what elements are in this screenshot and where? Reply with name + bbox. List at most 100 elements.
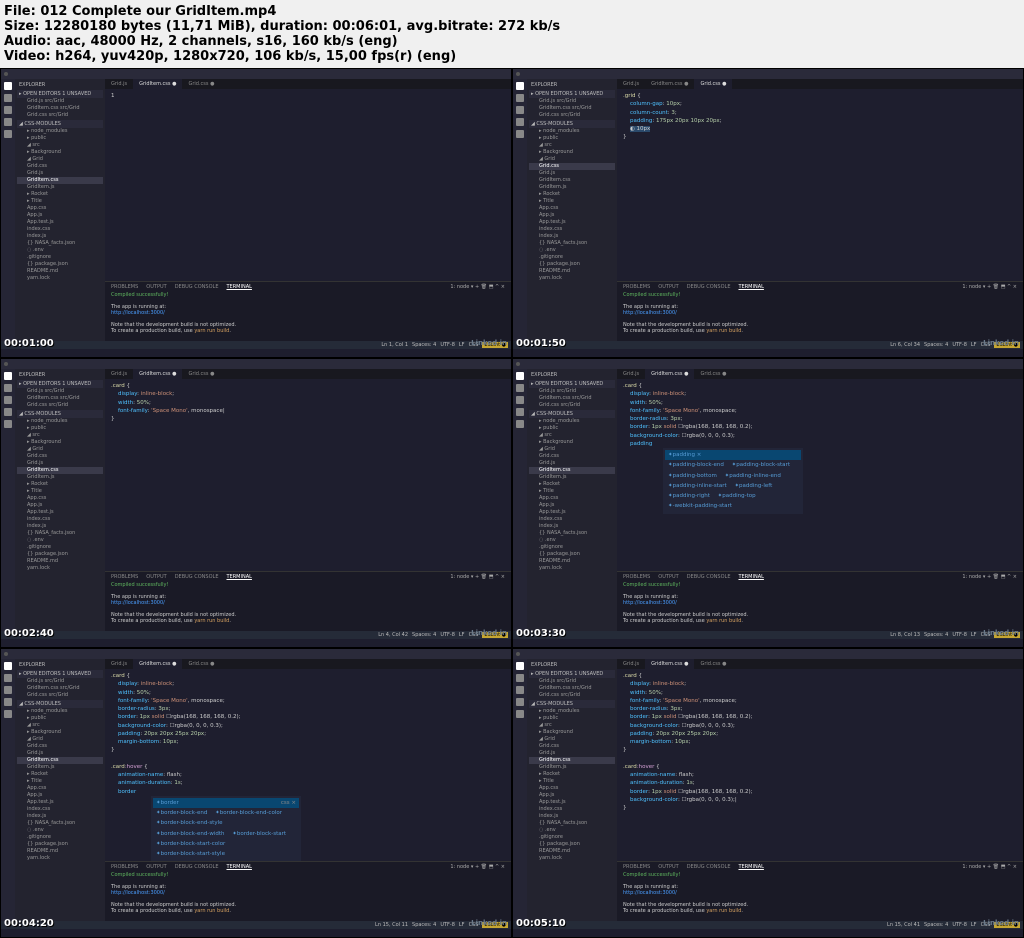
editor-tabs[interactable]: Grid.js GridItem.css ● Grid.css ● — [105, 659, 511, 669]
search-icon[interactable] — [4, 674, 12, 682]
titlebar — [1, 359, 511, 369]
thumbnail: EXPLORER ▸ OPEN EDITORS 1 UNSAVED Grid.j… — [512, 648, 1024, 938]
tab-griditem-css[interactable]: GridItem.css ● — [133, 659, 182, 669]
timestamp: 00:02:40 — [4, 628, 54, 639]
sidebar[interactable]: EXPLORER ▸ OPEN EDITORS 1 UNSAVED Grid.j… — [527, 659, 617, 921]
tab-griditem-css[interactable]: GridItem.css ● — [645, 659, 694, 669]
debug-icon[interactable] — [516, 408, 524, 416]
timestamp: 00:01:00 — [4, 338, 54, 349]
editor[interactable]: .card { display: inline-block; width: 50… — [617, 669, 1023, 861]
sidebar[interactable]: EXPLORER ▸ OPEN EDITORS 1 UNSAVED Grid.j… — [15, 79, 105, 341]
watermark: Linked in — [983, 339, 1019, 347]
editor-tabs[interactable]: Grid.js GridItem.css ● Grid.css ● — [105, 369, 511, 379]
thumbnail: EXPLORER ▸ OPEN EDITORS 1 UNSAVED Grid.j… — [512, 358, 1024, 648]
editor-tabs[interactable]: Grid.js GridItem.css ● Grid.css ● — [617, 659, 1023, 669]
timestamp: 00:05:10 — [516, 918, 566, 929]
ext-icon[interactable] — [516, 130, 524, 138]
files-icon[interactable] — [4, 82, 12, 90]
terminal-panel[interactable]: PROBLEMSOUTPUTDEBUG CONSOLETERMINAL1: no… — [105, 571, 511, 631]
git-icon[interactable] — [4, 396, 12, 404]
watermark: Linked in — [471, 629, 507, 637]
debug-icon[interactable] — [516, 118, 524, 126]
files-icon[interactable] — [516, 662, 524, 670]
editor[interactable]: .card { display: inline-block; width: 50… — [105, 379, 511, 571]
sidebar[interactable]: EXPLORER ▸ OPEN EDITORS 1 UNSAVED Grid.j… — [527, 79, 617, 341]
sidebar[interactable]: EXPLORER ▸ OPEN EDITORS 1 UNSAVED Grid.j… — [15, 659, 105, 921]
tab-griditem-css[interactable]: GridItem.css ● — [645, 79, 694, 89]
editor-tabs[interactable]: Grid.js GridItem.css ● Grid.css ● — [105, 79, 511, 89]
search-icon[interactable] — [516, 94, 524, 102]
titlebar — [1, 649, 511, 659]
ext-icon[interactable] — [4, 130, 12, 138]
debug-icon[interactable] — [4, 698, 12, 706]
git-icon[interactable] — [516, 686, 524, 694]
ext-icon[interactable] — [4, 420, 12, 428]
status-bar: Ln 15, Col 41Spaces: 4UTF-8LFCSSESLint ● — [513, 921, 1023, 929]
editor-tabs[interactable]: Grid.js GridItem.css ● Grid.css ● — [617, 79, 1023, 89]
watermark: Linked in — [983, 919, 1019, 927]
debug-icon[interactable] — [516, 698, 524, 706]
tab-grid-js[interactable]: Grid.js — [617, 659, 645, 669]
tab-grid-js[interactable]: Grid.js — [105, 659, 133, 669]
status-bar: Ln 1, Col 1Spaces: 4UTF-8LFCSSESLint ● — [1, 341, 511, 349]
activity-bar[interactable] — [513, 659, 527, 921]
sidebar[interactable]: EXPLORER ▸ OPEN EDITORS 1 UNSAVED Grid.j… — [15, 369, 105, 631]
watermark: Linked in — [471, 339, 507, 347]
ext-icon[interactable] — [516, 420, 524, 428]
tab-grid-css[interactable]: Grid.css ● — [182, 369, 220, 379]
debug-icon[interactable] — [4, 408, 12, 416]
search-icon[interactable] — [4, 384, 12, 392]
tab-grid-css[interactable]: Grid.css ● — [182, 79, 220, 89]
debug-icon[interactable] — [4, 118, 12, 126]
status-bar: Ln 4, Col 42Spaces: 4UTF-8LFCSSESLint ● — [1, 631, 511, 639]
git-icon[interactable] — [516, 396, 524, 404]
terminal-panel[interactable]: PROBLEMSOUTPUTDEBUG CONSOLETERMINAL1: no… — [617, 861, 1023, 921]
activity-bar[interactable] — [513, 79, 527, 341]
terminal-panel[interactable]: PROBLEMSOUTPUTDEBUG CONSOLETERMINAL1: no… — [617, 281, 1023, 341]
git-icon[interactable] — [516, 106, 524, 114]
tab-grid-js[interactable]: Grid.js — [105, 79, 133, 89]
search-icon[interactable] — [4, 94, 12, 102]
editor[interactable]: .grid { column-gap: 10px; column-count: … — [617, 89, 1023, 281]
activity-bar[interactable] — [513, 369, 527, 631]
titlebar — [513, 649, 1023, 659]
tab-grid-css[interactable]: Grid.css ● — [694, 659, 732, 669]
thumbnail-grid: EXPLORER ▸ OPEN EDITORS 1 UNSAVED Grid.j… — [0, 68, 1024, 938]
terminal-panel[interactable]: PROBLEMSOUTPUTDEBUG CONSOLETERMINAL1: no… — [105, 861, 511, 921]
titlebar — [1, 69, 511, 79]
tab-grid-js[interactable]: Grid.js — [617, 79, 645, 89]
tab-grid-css[interactable]: Grid.css ● — [694, 369, 732, 379]
editor[interactable]: .card { display: inline-block; width: 50… — [105, 669, 511, 861]
tab-grid-css[interactable]: Grid.css ● — [694, 79, 732, 89]
terminal-panel[interactable]: PROBLEMSOUTPUTDEBUG CONSOLETERMINAL1: no… — [617, 571, 1023, 631]
editor[interactable]: 1 — [105, 89, 511, 281]
tab-griditem-css[interactable]: GridItem.css ● — [133, 369, 182, 379]
search-icon[interactable] — [516, 674, 524, 682]
activity-bar[interactable] — [1, 659, 15, 921]
tab-griditem-css[interactable]: GridItem.css ● — [645, 369, 694, 379]
files-icon[interactable] — [4, 662, 12, 670]
activity-bar[interactable] — [1, 79, 15, 341]
files-icon[interactable] — [4, 372, 12, 380]
tab-grid-js[interactable]: Grid.js — [617, 369, 645, 379]
status-bar: Ln 15, Col 11Spaces: 4UTF-8LFCSSESLint ● — [1, 921, 511, 929]
titlebar — [513, 359, 1023, 369]
editor-tabs[interactable]: Grid.js GridItem.css ● Grid.css ● — [617, 369, 1023, 379]
files-icon[interactable] — [516, 82, 524, 90]
thumbnail: EXPLORER ▸ OPEN EDITORS 1 UNSAVED Grid.j… — [0, 68, 512, 358]
editor[interactable]: .card { display: inline-block; width: 50… — [617, 379, 1023, 571]
git-icon[interactable] — [4, 106, 12, 114]
activity-bar[interactable] — [1, 369, 15, 631]
terminal-panel[interactable]: PROBLEMSOUTPUTDEBUG CONSOLETERMINAL1: no… — [105, 281, 511, 341]
files-icon[interactable] — [516, 372, 524, 380]
ext-icon[interactable] — [516, 710, 524, 718]
thumbnail: EXPLORER ▸ OPEN EDITORS 1 UNSAVED Grid.j… — [0, 648, 512, 938]
tab-grid-css[interactable]: Grid.css ● — [182, 659, 220, 669]
tab-griditem-css[interactable]: GridItem.css ● — [133, 79, 182, 89]
ext-icon[interactable] — [4, 710, 12, 718]
git-icon[interactable] — [4, 686, 12, 694]
tab-grid-js[interactable]: Grid.js — [105, 369, 133, 379]
search-icon[interactable] — [516, 384, 524, 392]
sidebar[interactable]: EXPLORER ▸ OPEN EDITORS 1 UNSAVED Grid.j… — [527, 369, 617, 631]
timestamp: 00:03:30 — [516, 628, 566, 639]
